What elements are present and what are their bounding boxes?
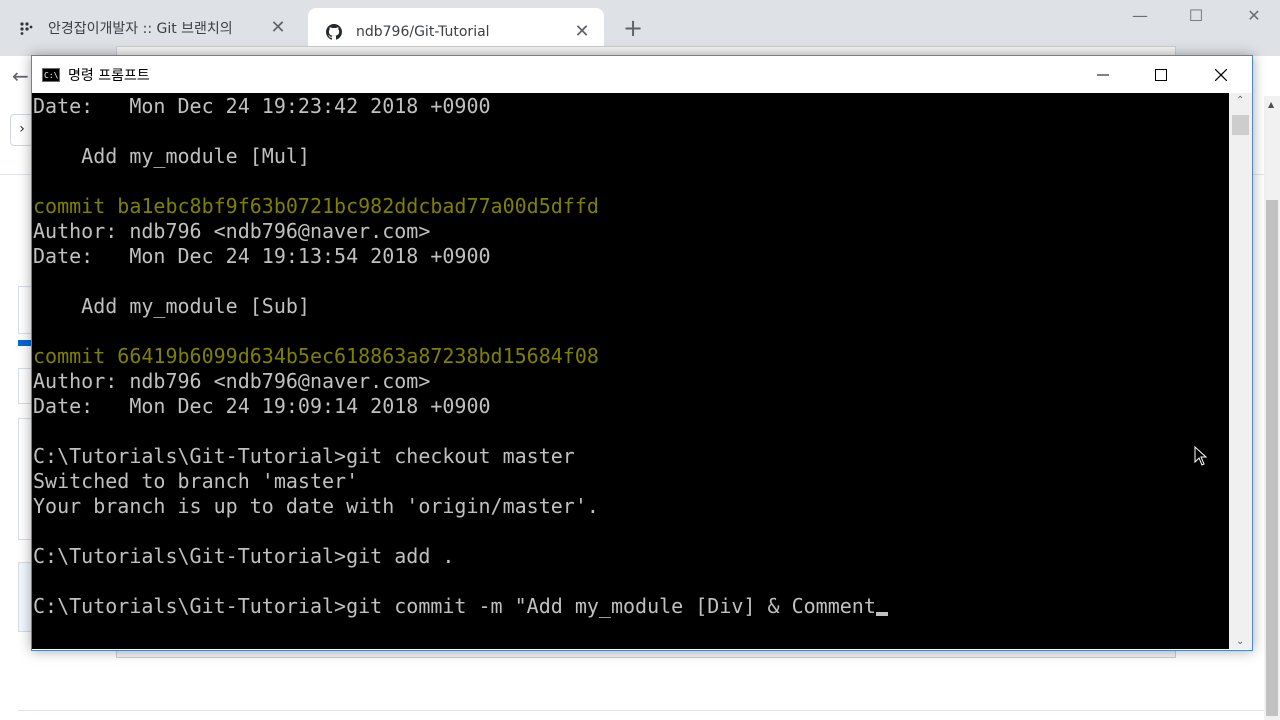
terminal-line: C:\Tutorials\Git-Tutorial>git add . [33, 544, 455, 568]
terminal-input-line[interactable]: C:\Tutorials\Git-Tutorial>git commit -m … [33, 594, 876, 618]
browser-minimize-button[interactable]: — [1120, 4, 1160, 28]
browser-maximize-button[interactable]: ☐ [1176, 4, 1216, 28]
tab-title: ndb796/Git-Tutorial [356, 24, 490, 40]
cmd-window-title: 명령 프롬프트 [68, 67, 150, 84]
mouse-pointer-icon [1194, 446, 1208, 466]
cmd-close-button[interactable] [1192, 56, 1250, 93]
new-tab-button[interactable]: + [620, 16, 646, 42]
terminal-commit-line: commit ba1ebc8bf9f63b0721bc982ddcbad77a0… [33, 194, 599, 218]
cmd-titlebar[interactable]: C:\. 명령 프롬프트 [32, 56, 1252, 93]
cmd-scrollbar[interactable]: ⌃ ⌄ [1229, 93, 1252, 649]
page-fragment [18, 340, 32, 346]
terminal-commit-line: commit 66419b6099d634b5ec618863a87238bd1… [33, 344, 599, 368]
terminal-line: Date: Mon Dec 24 19:23:42 2018 +0900 [33, 94, 491, 118]
page-scrollbar[interactable]: ▲ [1264, 96, 1280, 720]
terminal-line: Your branch is up to date with 'origin/m… [33, 494, 599, 518]
scroll-up-icon[interactable]: ▲ [1268, 100, 1274, 109]
divider [18, 710, 1264, 711]
scroll-down-icon[interactable]: ⌄ [1236, 636, 1244, 647]
terminal-line: Author: ndb796 <ndb796@naver.com> [33, 219, 431, 243]
text-cursor [875, 612, 888, 616]
browser-close-button[interactable]: ✕ [1234, 4, 1274, 28]
cmd-window: C:\. 명령 프롬프트 Date: Mon Dec 24 19:23:42 2… [31, 55, 1253, 651]
scroll-up-icon[interactable]: ⌃ [1236, 95, 1244, 106]
tab-title: 안경잡이개발자 :: Git 브랜치의 [48, 21, 233, 37]
scroll-thumb[interactable] [1232, 115, 1249, 135]
cmd-minimize-button[interactable] [1074, 56, 1132, 93]
terminal-line: Add my_module [Mul] [33, 144, 310, 168]
cmd-app-icon: C:\. [42, 67, 63, 82]
terminal-line: Add my_module [Sub] [33, 294, 310, 318]
blog-favicon-icon [18, 20, 34, 36]
terminal-prompt-row[interactable]: C:\Tutorials\Git-Tutorial>git commit -m … [33, 594, 888, 619]
terminal-line: Date: Mon Dec 24 19:13:54 2018 +0900 [33, 244, 491, 268]
back-arrow-icon[interactable]: ← [12, 64, 29, 88]
cmd-maximize-button[interactable] [1132, 56, 1190, 93]
terminal-line: Author: ndb796 <ndb796@naver.com> [33, 369, 431, 393]
browser-tab-blog[interactable]: 안경잡이개발자 :: Git 브랜치의 ✕ [0, 8, 300, 48]
terminal-line: Date: Mon Dec 24 19:09:14 2018 +0900 [33, 394, 491, 418]
github-icon [326, 24, 342, 40]
terminal-output[interactable]: Date: Mon Dec 24 19:23:42 2018 +0900 Add… [32, 93, 1229, 649]
terminal-line: C:\Tutorials\Git-Tutorial>git checkout m… [33, 444, 575, 468]
tab-close-icon[interactable]: ✕ [270, 19, 286, 37]
scroll-thumb[interactable] [1266, 200, 1278, 716]
tab-close-icon[interactable]: ✕ [574, 23, 590, 41]
terminal-line: Switched to branch 'master' [33, 469, 359, 493]
